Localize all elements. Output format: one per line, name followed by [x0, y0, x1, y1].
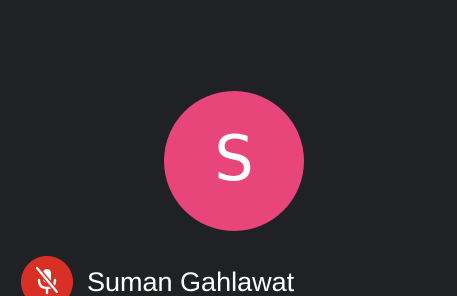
avatar: S: [164, 91, 304, 231]
participant-name: Suman Gahlawat: [87, 267, 295, 296]
participant-tile: S Suman Gahlawat: [0, 0, 457, 296]
avatar-initial: S: [214, 122, 254, 195]
mic-status-badge: [21, 256, 73, 296]
mic-off-icon: [34, 266, 60, 295]
